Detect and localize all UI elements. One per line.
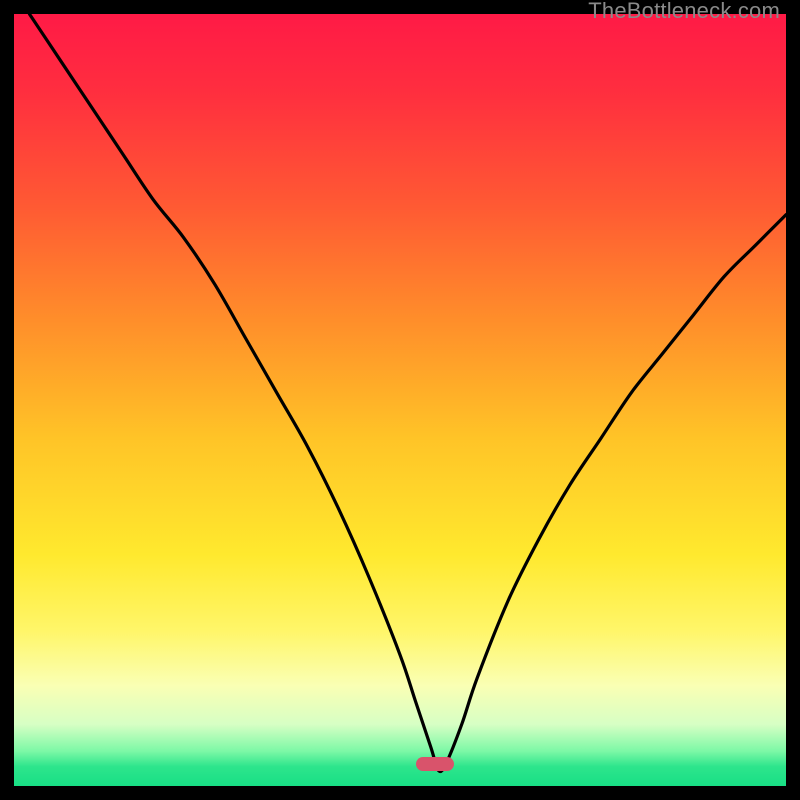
gradient-background — [14, 14, 786, 786]
optimum-marker — [416, 757, 454, 771]
chart-frame — [14, 14, 786, 786]
watermark-text: TheBottleneck.com — [588, 0, 780, 22]
bottleneck-chart — [14, 14, 786, 786]
